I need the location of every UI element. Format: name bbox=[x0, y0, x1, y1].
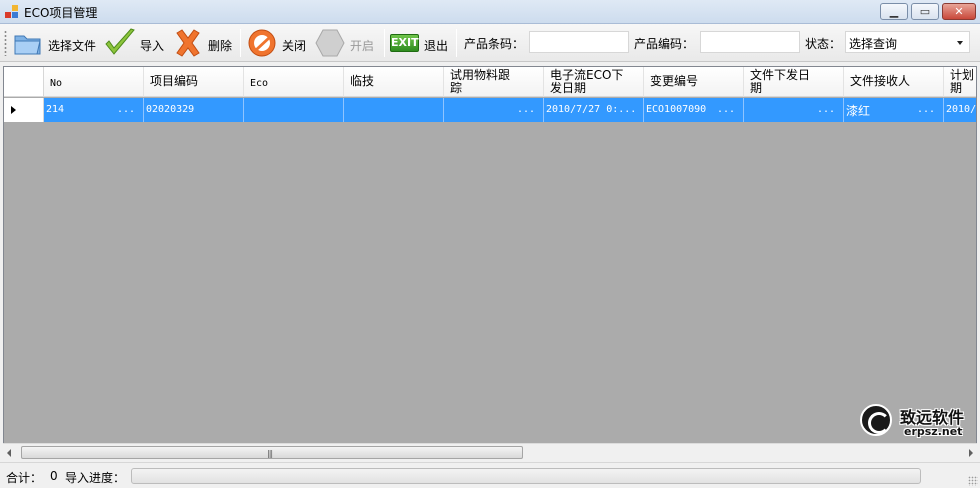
delete-button[interactable]: 删除 bbox=[172, 26, 236, 60]
close-window-button[interactable]: ✕ bbox=[942, 3, 976, 20]
cell-no[interactable]: 214... bbox=[44, 98, 144, 122]
column-header-file-date[interactable]: 文件下发日 期 bbox=[744, 67, 844, 97]
column-header-project-code[interactable]: 项目编码 bbox=[144, 67, 244, 97]
cell-change-no[interactable]: ECO1007090... bbox=[644, 98, 744, 122]
resize-grip[interactable] bbox=[968, 476, 978, 486]
cell-eco[interactable] bbox=[244, 98, 344, 122]
cell-plan-date[interactable]: 2010/ bbox=[944, 98, 976, 122]
progress-label: 导入进度： bbox=[65, 471, 126, 485]
toolbar-separator bbox=[384, 29, 385, 57]
prohibit-icon bbox=[248, 29, 276, 57]
check-icon bbox=[105, 28, 135, 55]
row-header[interactable] bbox=[4, 98, 44, 122]
toolbar-separator bbox=[240, 29, 241, 57]
column-header-trial-material[interactable]: 试用物料跟 踪 bbox=[444, 67, 544, 97]
exit-button[interactable]: EXIT 退出 bbox=[390, 26, 454, 60]
grid-header: No 项目编码 Eco 临技 试用物料跟 踪 电子流ECO下 发日期 变更编号 … bbox=[4, 67, 976, 97]
maximize-button[interactable]: ▭ bbox=[911, 3, 939, 20]
horizontal-scrollbar[interactable]: ||| bbox=[3, 443, 977, 460]
close-item-button[interactable]: 关闭 bbox=[246, 26, 310, 60]
app-icon bbox=[5, 5, 19, 18]
import-button[interactable]: 导入 bbox=[104, 26, 168, 60]
data-grid[interactable]: No 项目编码 Eco 临技 试用物料跟 踪 电子流ECO下 发日期 变更编号 … bbox=[3, 66, 977, 460]
toolbar-separator bbox=[456, 29, 457, 57]
cell-trial-material[interactable]: ... bbox=[444, 98, 544, 122]
watermark-url: erpsz.net bbox=[904, 425, 963, 438]
product-code-label: 产品编码： bbox=[634, 37, 695, 51]
status-select[interactable]: 选择查询 bbox=[845, 31, 970, 53]
grip-icon: ||| bbox=[267, 449, 273, 458]
cell-eco-date[interactable]: 2010/7/27 0:... bbox=[544, 98, 644, 122]
scroll-left-icon[interactable] bbox=[7, 449, 11, 457]
select-file-button[interactable]: 选择文件 bbox=[12, 26, 100, 60]
status-bar: 合计： 0 导入进度： bbox=[0, 462, 980, 488]
import-progress-bar bbox=[131, 468, 921, 484]
cell-linji[interactable] bbox=[344, 98, 444, 122]
status-select-value: 选择查询 bbox=[849, 37, 898, 51]
grid-corner[interactable] bbox=[4, 67, 44, 97]
column-header-change-no[interactable]: 变更编号 bbox=[644, 67, 744, 97]
maximize-icon: ▭ bbox=[919, 5, 931, 18]
total-label: 合计： bbox=[6, 471, 43, 485]
chevron-down-icon bbox=[957, 41, 963, 45]
title-bar: ECO项目管理 ▁ ▭ ✕ bbox=[0, 0, 980, 24]
column-header-receiver[interactable]: 文件接收人 bbox=[844, 67, 944, 97]
folder-icon bbox=[14, 35, 41, 55]
brand-logo-icon bbox=[860, 404, 892, 436]
total-value: 0 bbox=[50, 469, 58, 483]
exit-icon: EXIT bbox=[390, 34, 419, 52]
window-title: ECO项目管理 bbox=[24, 6, 98, 20]
hexagon-icon bbox=[315, 29, 345, 57]
cell-file-date[interactable]: ... bbox=[744, 98, 844, 122]
scroll-right-icon[interactable] bbox=[969, 449, 973, 457]
toolbar-grip[interactable] bbox=[4, 30, 7, 56]
barcode-input[interactable] bbox=[529, 31, 629, 53]
table-row[interactable]: 214... 02020329 ... 2010/7/27 0:... ECO1… bbox=[4, 98, 976, 122]
column-header-plan-date[interactable]: 计划 期 bbox=[944, 67, 976, 97]
status-label: 状态： bbox=[805, 37, 842, 51]
barcode-label: 产品条码： bbox=[464, 37, 525, 51]
open-item-button[interactable]: 开启 bbox=[314, 26, 378, 60]
column-header-no[interactable]: No bbox=[44, 67, 144, 97]
cell-project-code[interactable]: 02020329 bbox=[144, 98, 244, 122]
product-code-input[interactable] bbox=[700, 31, 800, 53]
minimize-icon: ▁ bbox=[889, 5, 899, 18]
cell-receiver[interactable]: 漆红... bbox=[844, 98, 944, 122]
current-row-icon bbox=[11, 106, 16, 114]
delete-x-icon bbox=[176, 29, 200, 57]
column-header-linji[interactable]: 临技 bbox=[344, 67, 444, 97]
scrollbar-thumb[interactable]: ||| bbox=[21, 446, 523, 459]
close-icon: ✕ bbox=[954, 5, 964, 18]
column-header-eco[interactable]: Eco bbox=[244, 67, 344, 97]
column-header-eco-date[interactable]: 电子流ECO下 发日期 bbox=[544, 67, 644, 97]
minimize-button[interactable]: ▁ bbox=[880, 3, 908, 20]
